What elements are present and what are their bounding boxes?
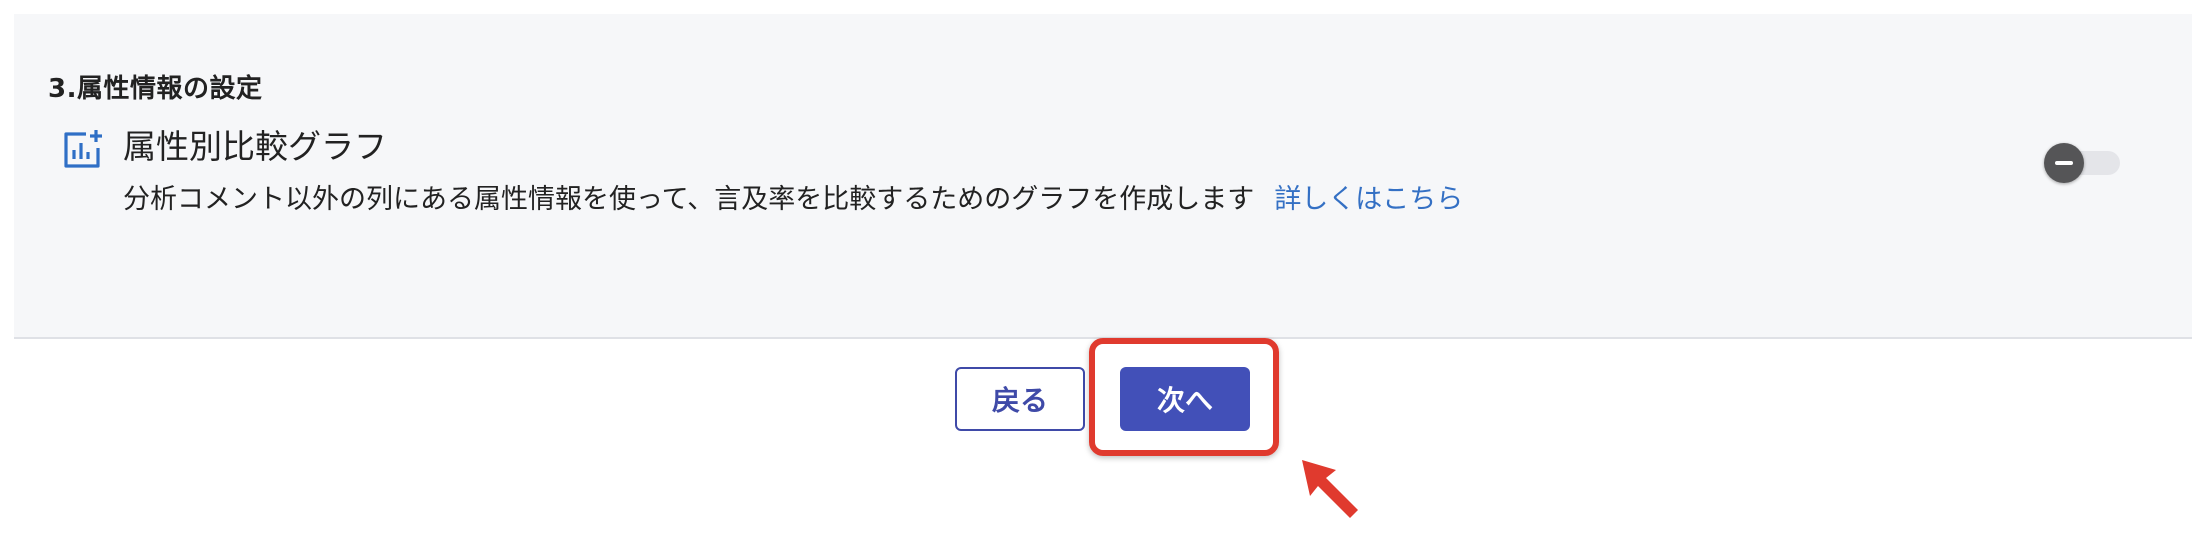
learn-more-link[interactable]: 詳しくはこちら — [1274, 184, 1463, 215]
toggle-off-knob-icon — [2044, 143, 2084, 183]
back-button[interactable]: 戻る — [955, 367, 1085, 431]
feature-title: 属性別比較グラフ — [123, 127, 387, 166]
section-title: 3.属性情報の設定 — [48, 74, 263, 104]
chart-add-icon — [64, 130, 102, 168]
pointer-arrow-icon — [1302, 460, 1358, 518]
attribute-settings-panel — [14, 14, 2192, 339]
feature-description: 分析コメント以外の列にある属性情報を使って、言及率を比較するためのグラフを作成し… — [123, 182, 1463, 217]
next-button-highlight — [1089, 338, 1279, 456]
feature-description-text: 分析コメント以外の列にある属性情報を使って、言及率を比較するためのグラフを作成し… — [123, 184, 1255, 215]
page: 3.属性情報の設定 属性別比較グラフ 分析コメント以外の列にある属性情報を使って… — [0, 0, 2206, 536]
attribute-graph-toggle[interactable] — [2044, 143, 2124, 183]
